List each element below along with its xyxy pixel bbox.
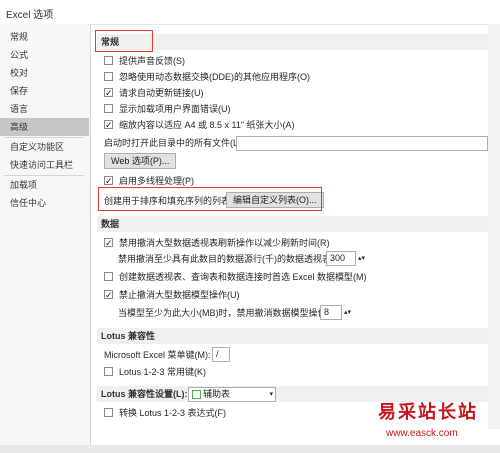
section-header-lotus: Lotus 兼容性 — [97, 328, 500, 344]
sidebar: 常规 公式 校对 保存 语言 高级 自定义功能区 快速访问工具栏 加载项 信任中… — [0, 24, 91, 453]
chevron-down-icon: ▾ — [269, 391, 273, 398]
pivot-rows-label: 禁用撤消至少具有此数目的数据源行(千)的数据透视表(N): — [118, 254, 346, 264]
sidebar-item-language[interactable]: 语言 — [0, 100, 89, 118]
sheet-icon — [192, 390, 201, 400]
checkbox[interactable] — [104, 288, 113, 302]
model-size-label: 当模型至少为此大小(MB)时，禁用撤消数据模型操作(L): — [118, 308, 340, 318]
option-label: 缩放内容以适应 A4 或 8.5 x 11" 纸张大小(A) — [119, 120, 295, 130]
option-label: 显示加载项用户界面错误(U) — [119, 104, 231, 114]
spinner-icon[interactable]: ▴▾ — [344, 306, 351, 320]
window-title: Excel 选项 — [6, 10, 54, 21]
sidebar-item-addins[interactable]: 加载项 — [0, 176, 89, 194]
option-label: 请求自动更新链接(U) — [119, 88, 204, 98]
sidebar-item-advanced[interactable]: 高级 — [0, 118, 89, 136]
option-label: 禁止撤消大型数据模型操作(U) — [119, 290, 240, 300]
spinner-icon[interactable]: ▴▾ — [358, 252, 365, 266]
watermark-url: www.easck.com — [386, 428, 458, 439]
option-label: 忽略使用动态数据交换(DDE)的其他应用程序(O) — [119, 72, 310, 82]
sidebar-item-general[interactable]: 常规 — [0, 28, 89, 46]
checkbox[interactable] — [104, 174, 113, 188]
model-size-input[interactable]: 8 — [320, 305, 342, 320]
startup-folder-label: 启动时打开此目录中的所有文件(L): — [104, 138, 244, 148]
sheet-select-value: 辅助表 — [203, 389, 231, 399]
option-label: 转换 Lotus 1-2-3 表达式(F) — [119, 408, 227, 418]
option-label: Lotus 1-2-3 常用键(K) — [119, 367, 207, 377]
web-options-button[interactable]: Web 选项(P)... — [104, 153, 177, 169]
checkbox[interactable] — [104, 367, 113, 376]
section-header-data: 数据 — [97, 216, 500, 232]
sidebar-item-formulas[interactable]: 公式 — [0, 46, 89, 64]
vertical-scrollbar[interactable] — [488, 24, 500, 429]
watermark-logo: 易采站长站 — [378, 402, 478, 423]
checkbox[interactable] — [104, 272, 113, 281]
checkbox[interactable] — [104, 104, 113, 113]
pivot-rows-input[interactable]: 300 — [326, 251, 356, 266]
bottom-bar — [0, 445, 500, 453]
title-bar: Excel 选项 — [0, 0, 500, 25]
checkbox[interactable] — [104, 236, 113, 250]
lotus-settings-label: Lotus 兼容性设置(L): — [101, 389, 188, 399]
menu-key-input[interactable]: / — [212, 347, 230, 362]
highlight-box-custom-list — [98, 187, 322, 211]
highlight-box-general — [95, 30, 153, 52]
info-icon: ⓘ — [341, 272, 349, 281]
section-header-general: 常规 — [97, 34, 500, 50]
sidebar-item-customize-ribbon[interactable]: 自定义功能区 — [0, 138, 89, 156]
checkbox[interactable] — [104, 86, 113, 100]
options-panel: 常规 提供声音反馈(S) 忽略使用动态数据交换(DDE)的其他应用程序(O) 请… — [90, 24, 500, 453]
sidebar-item-trust-center[interactable]: 信任中心 — [0, 194, 89, 212]
menu-key-label: Microsoft Excel 菜单键(M): — [104, 350, 211, 360]
sidebar-item-quick-access-toolbar[interactable]: 快速访问工具栏 — [0, 156, 89, 174]
startup-folder-input[interactable] — [236, 136, 488, 151]
sidebar-item-proofing[interactable]: 校对 — [0, 64, 89, 82]
checkbox[interactable] — [104, 408, 113, 417]
option-label: 禁用撤消大型数据透视表刷新操作以减少刷新时间(R) — [119, 238, 330, 248]
option-label: 提供声音反馈(S) — [119, 56, 185, 66]
checkbox[interactable] — [104, 118, 113, 132]
option-label: 创建数据透视表、查询表和数据连接时首选 Excel 数据模型(M) — [119, 272, 367, 282]
checkbox[interactable] — [104, 56, 113, 65]
sheet-select[interactable]: 辅助表 ▾ — [188, 387, 276, 402]
option-label: 启用多线程处理(P) — [119, 176, 194, 186]
sidebar-item-save[interactable]: 保存 — [0, 82, 89, 100]
checkbox[interactable] — [104, 72, 113, 81]
